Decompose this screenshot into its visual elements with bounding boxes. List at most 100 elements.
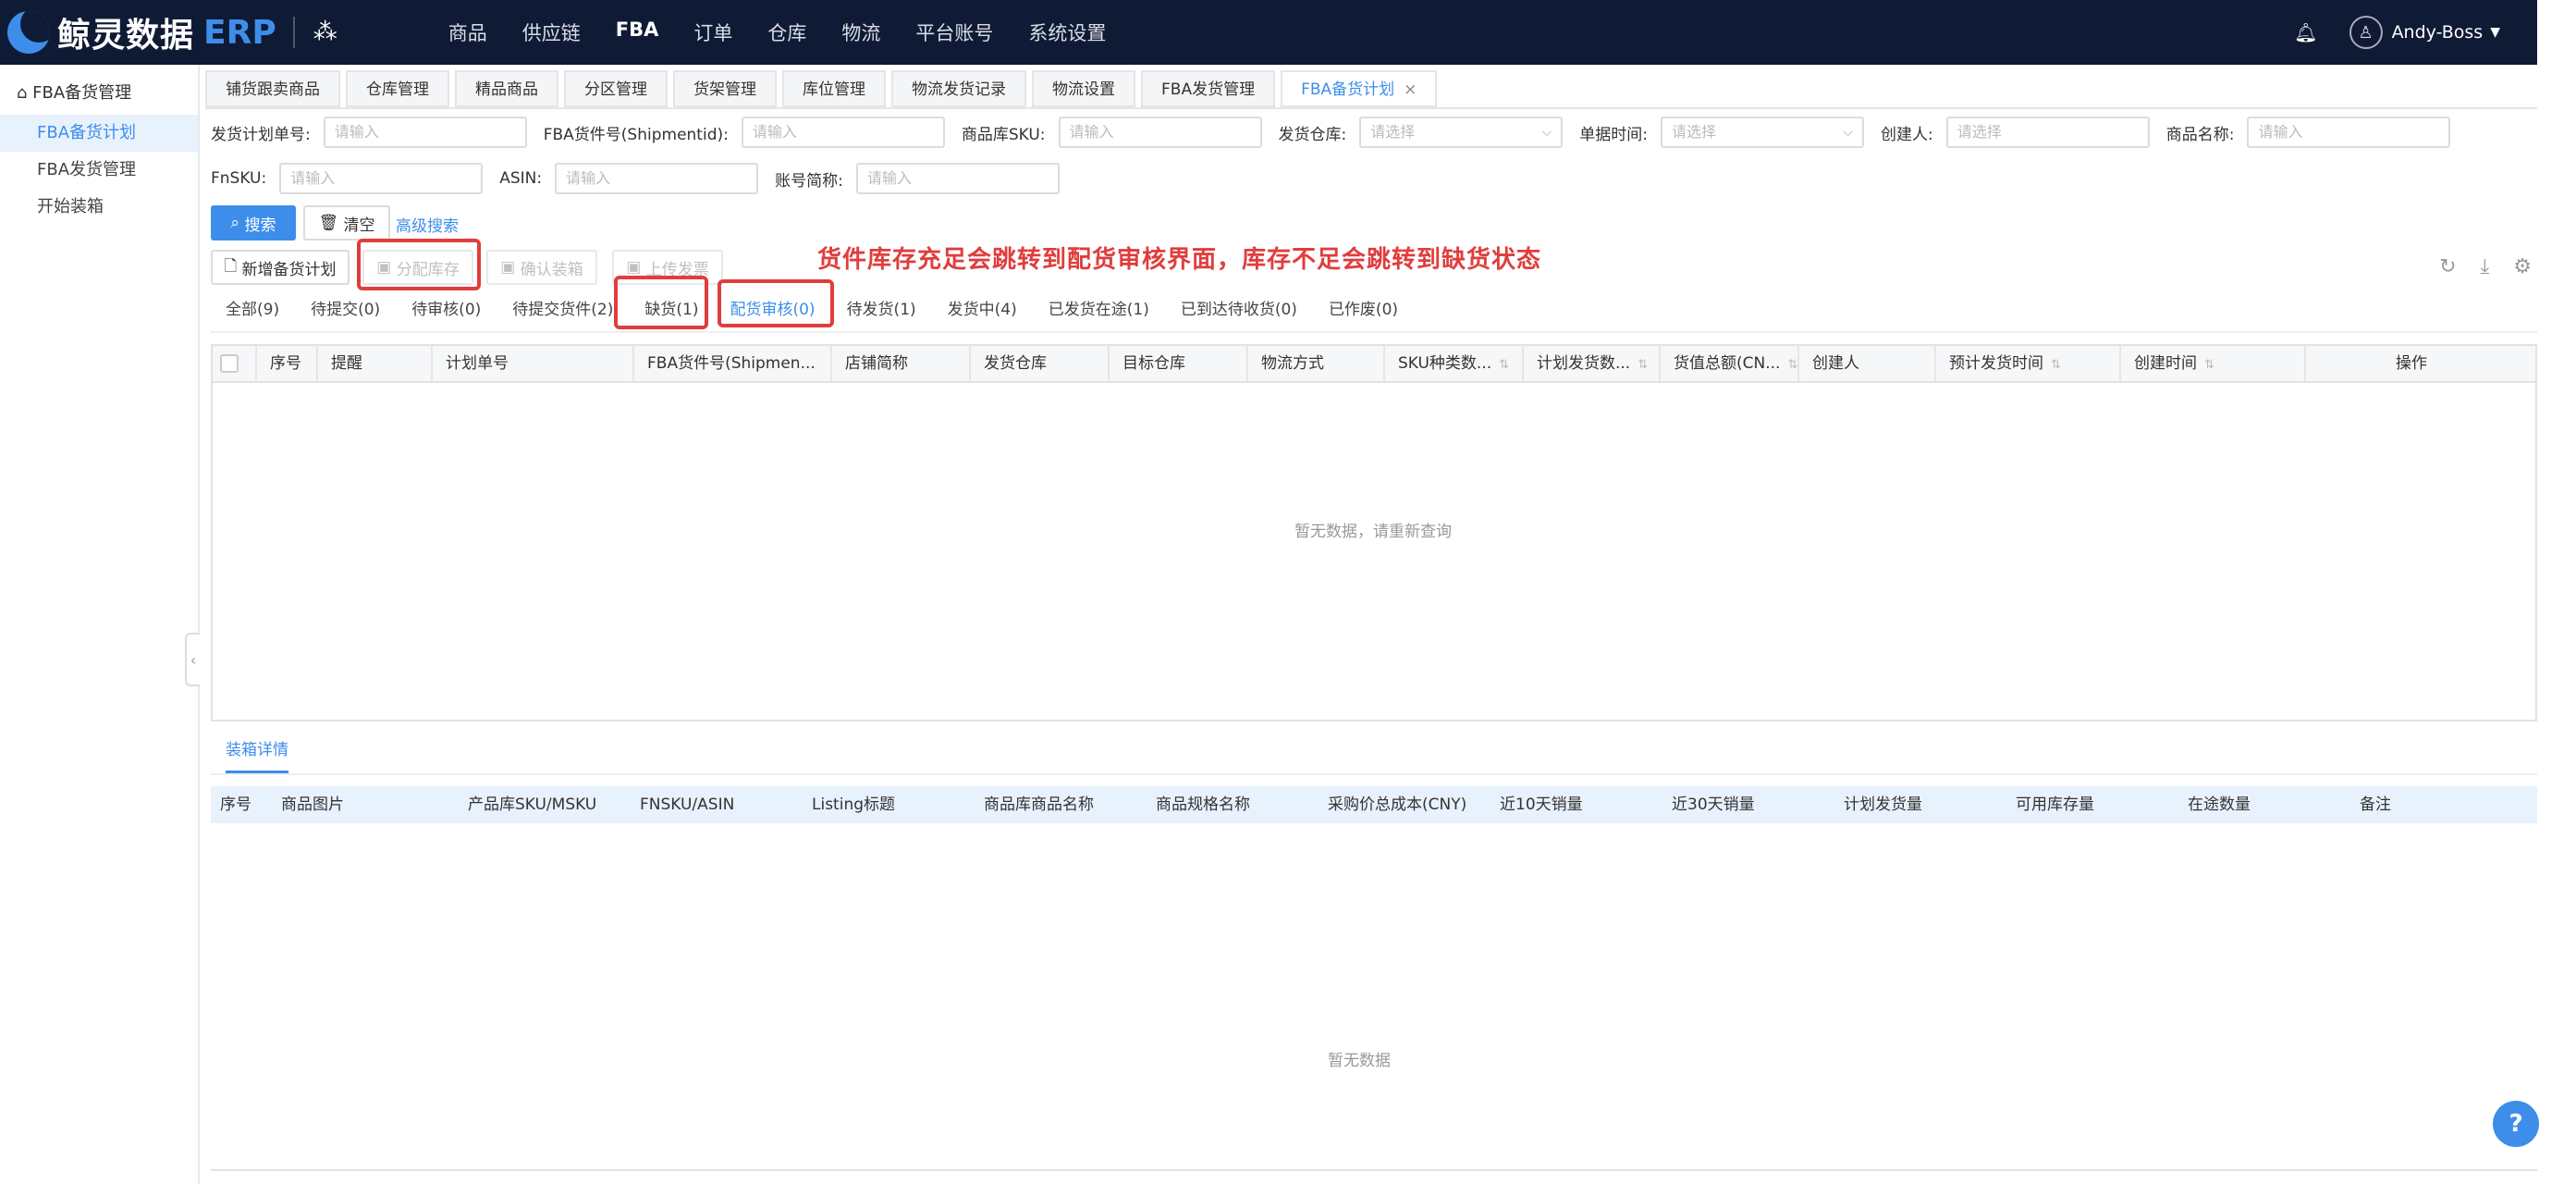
- date-label: 单据时间:: [1579, 125, 1648, 144]
- sidebar-collapse-button[interactable]: ‹: [185, 633, 200, 686]
- warehouse-placeholder: 请选择: [1370, 123, 1416, 141]
- tab-shipping-records[interactable]: 物流发货记录: [891, 70, 1026, 107]
- col-created-time[interactable]: 创建时间 ⇅: [2121, 346, 2306, 381]
- tab-premium-products[interactable]: 精品商品: [455, 70, 558, 107]
- username[interactable]: Andy-Boss: [2392, 22, 2484, 43]
- fnsku-input[interactable]: 请输入: [279, 163, 484, 194]
- status-tab-voided[interactable]: 已作废(0): [1329, 296, 1398, 319]
- search-button-label: 搜索: [244, 216, 276, 235]
- detail-col-10d-sales: 近10天销量: [1500, 796, 1583, 814]
- col-total-value-label: 货值总额(CN...: [1674, 354, 1781, 373]
- status-tab-all[interactable]: 全部(9): [226, 296, 279, 319]
- logo[interactable]: 鲸灵数据 ERP: [7, 0, 276, 65]
- sidebar-title[interactable]: ⌂ FBA备货管理: [0, 65, 198, 115]
- sort-icon: ⇅: [2051, 358, 2061, 372]
- col-sku-count[interactable]: SKU种类数... ⇅: [1385, 346, 1524, 381]
- status-tab-in-transit[interactable]: 已发货在途(1): [1049, 296, 1149, 319]
- nav-item-logistics[interactable]: 物流: [841, 18, 880, 46]
- detail-col-sku: 产品库SKU/MSKU: [468, 796, 597, 814]
- account-label: 账号简称:: [775, 171, 843, 191]
- sidebar-item-start-packing[interactable]: 开始装箱: [0, 189, 198, 226]
- tab-logistics-settings[interactable]: 物流设置: [1032, 70, 1135, 107]
- status-tab-shipping[interactable]: 发货中(4): [948, 296, 1017, 319]
- tab-listing-products[interactable]: 铺货跟卖商品: [205, 70, 340, 107]
- date-select[interactable]: 请选择 ⌵: [1660, 117, 1864, 148]
- status-tab-pending-submit[interactable]: 待提交(0): [311, 296, 380, 319]
- detail-col-fnsku: FNSKU/ASIN: [640, 796, 735, 814]
- refresh-icon[interactable]: ↻: [2439, 255, 2456, 278]
- select-all-checkbox[interactable]: [220, 354, 239, 373]
- nav-item-system-settings[interactable]: 系统设置: [1028, 18, 1106, 46]
- close-icon[interactable]: ×: [1404, 80, 1417, 99]
- detail-col-product-name: 商品库商品名称: [984, 796, 1094, 814]
- status-tabs-divider: [211, 331, 2537, 333]
- detail-col-remark: 备注: [2360, 796, 2391, 814]
- col-total-value[interactable]: 货值总额(CN... ⇅: [1661, 346, 1799, 381]
- divider: [292, 17, 295, 48]
- detail-col-available: 可用库存量: [2016, 796, 2094, 814]
- status-tab-arrived[interactable]: 已到达待收货(0): [1181, 296, 1297, 319]
- highlight-allocate: [357, 239, 481, 290]
- table-empty-text: 暂无数据，请重新查询: [1294, 523, 1452, 541]
- upload-icon: ▣: [626, 258, 646, 277]
- nav-item-orders[interactable]: 订单: [693, 18, 732, 46]
- account-input[interactable]: 请输入: [855, 163, 1060, 194]
- new-plan-button[interactable]: 🗋 新增备货计划: [211, 250, 350, 285]
- col-sku-count-label: SKU种类数...: [1398, 354, 1492, 373]
- nav-item-fba[interactable]: FBA: [616, 18, 659, 46]
- download-icon[interactable]: ⤓: [2481, 255, 2490, 278]
- status-tab-pending-shipment-submit[interactable]: 待提交货件(2): [512, 296, 613, 319]
- nav-item-supply-chain[interactable]: 供应链: [522, 18, 581, 46]
- tab-shelf-mgmt[interactable]: 货架管理: [673, 70, 777, 107]
- apps-grid-icon[interactable]: ⁂: [313, 18, 337, 46]
- col-plan-qty[interactable]: 计划发货数... ⇅: [1524, 346, 1661, 381]
- highlight-allocation-review: [718, 279, 834, 327]
- tab-fba-shipment[interactable]: FBA发货管理: [1141, 70, 1276, 107]
- col-logistics: 物流方式: [1248, 346, 1385, 381]
- tab-fba-plan[interactable]: FBA备货计划 ×: [1281, 70, 1438, 107]
- col-plan-qty-label: 计划发货数...: [1537, 354, 1631, 373]
- detail-col-plan-qty: 计划发货量: [1844, 796, 1922, 814]
- page-tabs: 铺货跟卖商品 仓库管理 精品商品 分区管理 货架管理 库位管理 物流发货记录 物…: [205, 70, 1442, 107]
- sku-input[interactable]: 请输入: [1058, 117, 1262, 148]
- tab-location-mgmt[interactable]: 库位管理: [782, 70, 886, 107]
- plan-no-input[interactable]: 请输入: [323, 117, 527, 148]
- col-created-time-label: 创建时间: [2134, 354, 2197, 373]
- shipment-id-label: FBA货件号(Shipmentid):: [543, 125, 729, 144]
- bell-icon[interactable]: 🔔︎: [2294, 21, 2317, 43]
- chevron-left-icon: ‹: [190, 650, 197, 669]
- sidebar-item-fba-plan[interactable]: FBA备货计划: [0, 115, 198, 152]
- tab-packing-details[interactable]: 装箱详情: [226, 736, 288, 773]
- tab-warehouse-mgmt[interactable]: 仓库管理: [346, 70, 449, 107]
- help-button[interactable]: ?: [2493, 1101, 2539, 1147]
- product-name-input[interactable]: 请输入: [2247, 117, 2451, 148]
- warehouse-label: 发货仓库:: [1278, 125, 1347, 144]
- asin-input[interactable]: 请输入: [555, 163, 759, 194]
- shipment-id-input[interactable]: 请输入: [741, 117, 945, 148]
- search-icon: ⌕: [230, 214, 245, 232]
- search-button[interactable]: ⌕ 搜索: [211, 205, 296, 240]
- clear-button[interactable]: 🗑︎ 清空: [303, 205, 390, 240]
- nav-item-products[interactable]: 商品: [448, 18, 487, 46]
- plan-table: 序号 提醒 计划单号 FBA货件号(Shipmen... 店铺简称 发货仓库 目…: [211, 344, 2537, 722]
- caret-down-icon[interactable]: ▼: [2490, 25, 2500, 40]
- sku-label: 商品库SKU:: [961, 125, 1046, 144]
- col-est-ship-time[interactable]: 预计发货时间 ⇅: [1936, 346, 2121, 381]
- nav-item-warehouse[interactable]: 仓库: [767, 18, 806, 46]
- nav-item-platform-accounts[interactable]: 平台账号: [915, 18, 993, 46]
- confirm-packing-button[interactable]: ▣ 确认装箱: [486, 250, 597, 285]
- avatar[interactable]: ♙: [2349, 16, 2383, 49]
- tab-zone-mgmt[interactable]: 分区管理: [564, 70, 668, 107]
- col-reminder: 提醒: [318, 346, 433, 381]
- table-tools: ↻ ⤓ ⚙: [2415, 255, 2532, 278]
- advanced-search-link[interactable]: 高级搜索: [396, 213, 459, 236]
- status-tab-pending-ship[interactable]: 待发货(1): [847, 296, 916, 319]
- detail-col-spec-name: 商品规格名称: [1156, 796, 1250, 814]
- fnsku-label: FnSKU:: [211, 169, 267, 188]
- gear-icon[interactable]: ⚙: [2513, 255, 2532, 278]
- col-target-warehouse: 目标仓库: [1110, 346, 1248, 381]
- warehouse-select[interactable]: 请选择 ⌵: [1359, 117, 1564, 148]
- status-tab-pending-review[interactable]: 待审核(0): [411, 296, 481, 319]
- creator-select[interactable]: 请选择: [1945, 117, 2150, 148]
- sidebar-item-fba-shipment[interactable]: FBA发货管理: [0, 152, 198, 189]
